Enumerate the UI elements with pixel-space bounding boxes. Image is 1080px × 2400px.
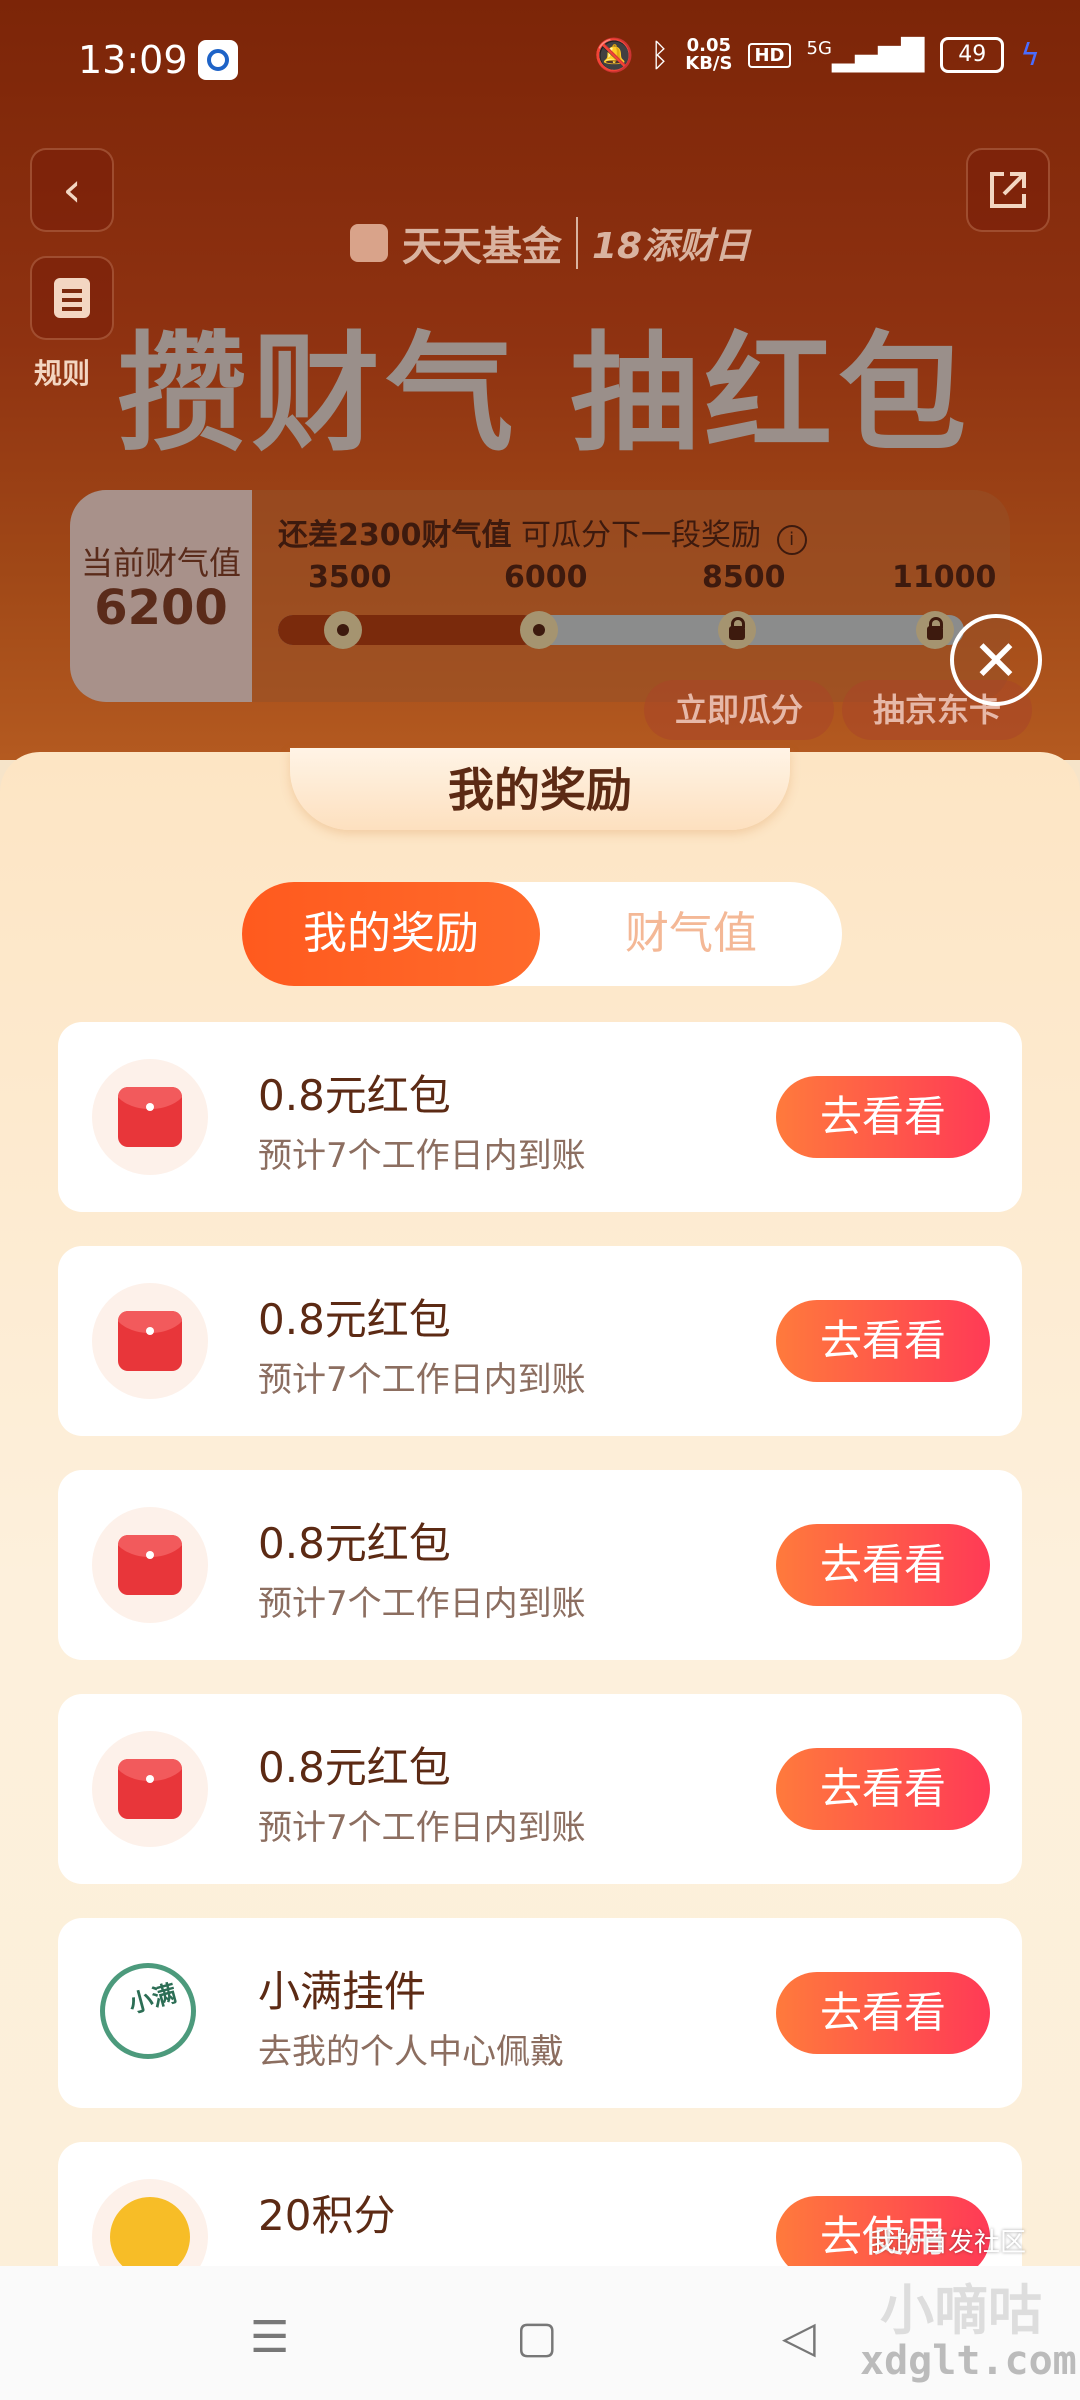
mute-bell-icon: 🔕 [594, 36, 635, 74]
reward-title: 小满挂件 [258, 1967, 427, 2016]
reward-desc: 预计7个工作日内到账 [258, 1136, 586, 1176]
tab-fortune-value[interactable]: 财气值 [540, 882, 842, 986]
watermark-small: 我的首发社区 [870, 2228, 1027, 2258]
reward-title: 0.8元红包 [258, 1519, 451, 1568]
info-icon[interactable]: i [776, 525, 807, 555]
claim-now-button[interactable]: 立即瓜分 [644, 680, 834, 740]
app-notification-icon [198, 40, 238, 80]
reward-desc: 去我的个人中心佩戴 [258, 2032, 564, 2072]
status-icons: 🔕 ᛒ 0.05 KB/S HD 5G▂▄▆█ 49 ϟ [594, 36, 1040, 74]
menu-icon[interactable]: ☰ [250, 2312, 289, 2363]
milestone-node-reached [324, 611, 362, 649]
status-bar: 13:09 🔕 ᛒ 0.05 KB/S HD 5G▂▄▆█ 49 ϟ [0, 0, 1080, 120]
net-speed-unit: KB/S [685, 53, 733, 74]
reward-desc: 预计7个工作日内到账 [258, 1808, 586, 1848]
page-headline: 攒财气 抽红包 [117, 319, 973, 469]
view-reward-button[interactable]: 去看看 [776, 1972, 990, 2054]
milestone-lock-icon [916, 611, 954, 649]
reward-desc: 预计7个工作日内到账 [258, 1360, 586, 1400]
reward-card: 0.8元红包 预计7个工作日内到账 去看看 [58, 1694, 1022, 1884]
signal-label: 5G [806, 37, 832, 59]
fund-logo-icon [350, 224, 388, 262]
reward-title: 0.8元红包 [258, 1743, 451, 1792]
charging-icon: ϟ [1020, 37, 1040, 73]
progress-hint-rest: 可瓜分下一段奖励 [521, 518, 762, 553]
rules-button[interactable] [30, 256, 114, 340]
current-value-label: 当前财气值 [80, 544, 241, 582]
milestone-label: 11000 [892, 560, 997, 595]
home-square-icon[interactable]: ▢ [516, 2312, 558, 2363]
reward-title: 0.8元红包 [258, 1071, 451, 1120]
tab-my-rewards[interactable]: 我的奖励 [242, 882, 540, 986]
brand-sub: 18添财日 [576, 217, 750, 269]
watermark-url: xdglt.com [860, 2338, 1077, 2384]
share-icon [990, 172, 1026, 208]
milestone-label: 6000 [504, 560, 588, 595]
milestone-node-reached [520, 611, 558, 649]
hd-badge: HD [748, 42, 791, 68]
rules-label: 规则 [34, 357, 91, 390]
sheet-title: 我的奖励 [448, 763, 632, 817]
progress-hint-bold: 还差2300财气值 [278, 518, 512, 553]
red-packet-icon [92, 1283, 208, 1399]
back-button[interactable]: ‹ [30, 148, 114, 232]
brand-logo: 天天基金 18添财日 [350, 214, 750, 272]
pendant-badge-icon: 小满 [92, 1955, 208, 2071]
reward-desc: 预计7个工作日内到账 [258, 1584, 586, 1624]
bluetooth-icon: ᛒ [650, 36, 670, 74]
points-coin-icon [92, 2179, 208, 2266]
close-button[interactable]: ✕ [950, 614, 1042, 706]
watermark-big: 小嘀咕 [880, 2279, 1042, 2342]
view-reward-button[interactable]: 去看看 [776, 1076, 990, 1158]
view-reward-button[interactable]: 去看看 [776, 1300, 990, 1382]
chevron-left-icon: ‹ [62, 162, 82, 218]
red-packet-icon [92, 1731, 208, 1847]
back-triangle-icon[interactable]: ◁ [782, 2312, 816, 2363]
status-time: 13:09 [78, 38, 188, 82]
document-icon [54, 278, 90, 318]
signal-icon: 5G▂▄▆█ [806, 37, 925, 73]
reward-card: 小满 小满挂件 去我的个人中心佩戴 去看看 [58, 1918, 1022, 2108]
reward-title: 20积分 [258, 2191, 396, 2240]
progress-fill [278, 615, 539, 645]
reward-card: 0.8元红包 预计7个工作日内到账 去看看 [58, 1022, 1022, 1212]
brand-name: 天天基金 [402, 224, 562, 270]
reward-title: 0.8元红包 [258, 1295, 451, 1344]
close-icon: ✕ [972, 629, 1020, 694]
current-value: 6200 [94, 580, 228, 636]
reward-card: 0.8元红包 预计7个工作日内到账 去看看 [58, 1246, 1022, 1436]
view-reward-button[interactable]: 去看看 [776, 1748, 990, 1830]
red-packet-icon [92, 1507, 208, 1623]
view-reward-button[interactable]: 去看看 [776, 1524, 990, 1606]
share-button[interactable] [966, 148, 1050, 232]
battery-icon: 49 [940, 37, 1005, 73]
progress-hint: 还差2300财气值 可瓜分下一段奖励 i [278, 510, 807, 555]
milestone-label: 3500 [308, 560, 392, 595]
milestone-label: 8500 [702, 560, 786, 595]
milestone-lock-icon [718, 611, 756, 649]
net-speed: 0.05 KB/S [685, 37, 732, 73]
red-packet-icon [92, 1059, 208, 1175]
reward-card: 0.8元红包 预计7个工作日内到账 去看看 [58, 1470, 1022, 1660]
current-value-box: 当前财气值 6200 [70, 490, 252, 702]
